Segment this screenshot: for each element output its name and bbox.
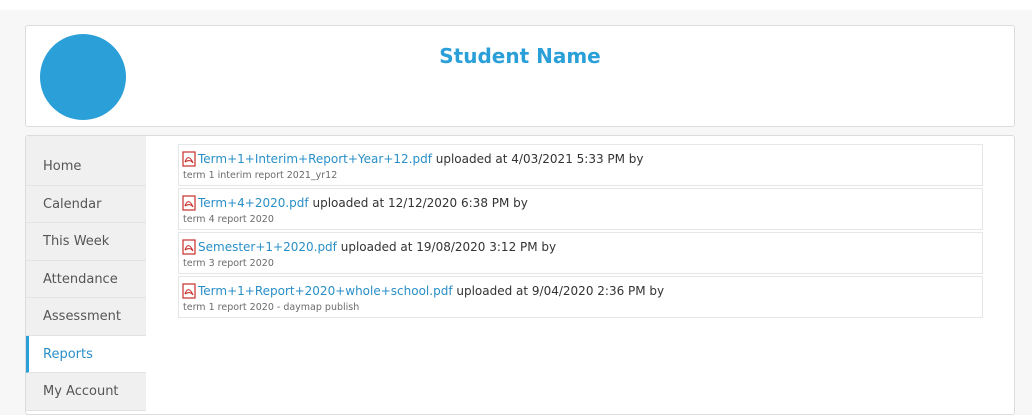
sidebar-spacer [26, 136, 146, 148]
report-description: term 1 interim report 2021_yr12 [183, 170, 338, 181]
report-line: Term+4+2020.pdf uploaded at 12/12/2020 6… [182, 192, 978, 214]
report-file-link[interactable]: Term+1+Report+2020+whole+school.pdf [198, 284, 453, 298]
pdf-icon[interactable] [182, 239, 196, 255]
sidebar-item-home[interactable]: Home [26, 148, 146, 186]
main-card: Home Calendar This Week Attendance Asses… [25, 135, 1015, 415]
top-strip [0, 0, 1032, 10]
student-name: Student Name [439, 44, 601, 68]
report-line: Term+1+Report+2020+whole+school.pdf uplo… [182, 280, 978, 302]
report-file-link[interactable]: Term+4+2020.pdf [198, 196, 309, 210]
sidebar-item-this-week[interactable]: This Week [26, 223, 146, 261]
sidebar-item-attendance[interactable]: Attendance [26, 260, 146, 298]
report-line: Semester+1+2020.pdf uploaded at 19/08/20… [182, 236, 978, 258]
sidebar-item-my-account[interactable]: My Account [26, 373, 146, 411]
report-upload-info: uploaded at 9/04/2020 2:36 PM by [452, 284, 665, 298]
pdf-icon[interactable] [182, 151, 196, 167]
pdf-icon[interactable] [182, 195, 196, 211]
report-description: term 3 report 2020 [183, 258, 274, 269]
report-row: Term+1+Report+2020+whole+school.pdf uplo… [178, 276, 983, 318]
report-upload-info: uploaded at 19/08/2020 3:12 PM by [336, 240, 557, 254]
report-description: term 4 report 2020 [183, 214, 274, 225]
report-row: Semester+1+2020.pdf uploaded at 19/08/20… [178, 232, 983, 274]
report-row: Term+1+Interim+Report+Year+12.pdf upload… [178, 144, 983, 186]
report-row: Term+4+2020.pdf uploaded at 12/12/2020 6… [178, 188, 983, 230]
report-line: Term+1+Interim+Report+Year+12.pdf upload… [182, 148, 978, 170]
sidebar-item-calendar[interactable]: Calendar [26, 185, 146, 223]
sidebar-item-assessment[interactable]: Assessment [26, 298, 146, 336]
report-file-link[interactable]: Term+1+Interim+Report+Year+12.pdf [198, 152, 432, 166]
report-file-link[interactable]: Semester+1+2020.pdf [198, 240, 337, 254]
sidebar-item-reports[interactable]: Reports [26, 335, 146, 373]
report-description: term 1 report 2020 - daymap publish [183, 302, 360, 313]
pdf-icon[interactable] [182, 283, 196, 299]
sidebar: Home Calendar This Week Attendance Asses… [26, 136, 146, 411]
report-upload-info: uploaded at 4/03/2021 5:33 PM by [431, 152, 644, 166]
student-header-card: Student Name [25, 25, 1015, 127]
report-upload-info: uploaded at 12/12/2020 6:38 PM by [308, 196, 528, 210]
reports-list: Term+1+Interim+Report+Year+12.pdf upload… [178, 144, 983, 320]
